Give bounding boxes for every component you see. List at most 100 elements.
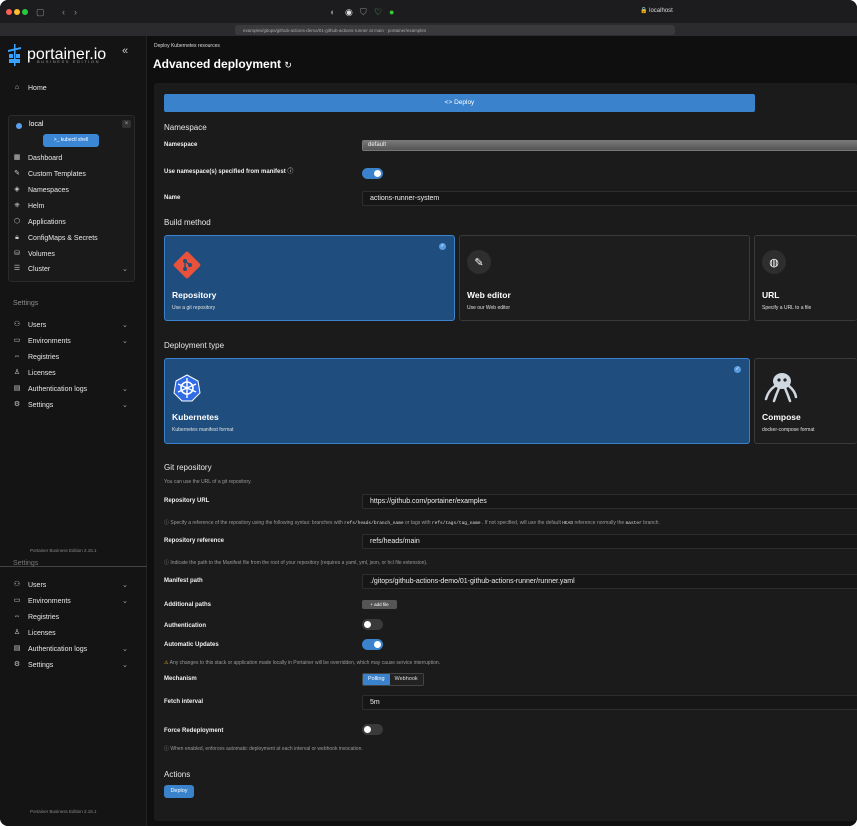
sidebar-item-configmaps[interactable]: 🔒︎ ConfigMaps & Secrets: [13, 234, 98, 242]
manifest-path-input[interactable]: ./gitops/github-actions-demo/01-github-a…: [362, 574, 857, 589]
repository-url-input[interactable]: https://github.com/portainer/examples: [362, 494, 857, 509]
sidebar-item-environments[interactable]: ▭ Environments: [13, 337, 71, 345]
chevron-down-icon[interactable]: ⌄: [122, 265, 128, 273]
sidebar-item-settings[interactable]: ⚙ Settings: [13, 401, 53, 409]
automatic-updates-warning: ⚠ Any changes to this stack or applicati…: [164, 660, 440, 666]
mechanism-webhook-option[interactable]: Webhook: [389, 674, 423, 685]
deploy-button[interactable]: Deploy: [164, 785, 194, 798]
build-option-repository[interactable]: ✓ Repository Use a git repository: [164, 235, 455, 321]
deploy-option-kubernetes[interactable]: ✓ Kubernetes Kubernetes manifest format: [164, 358, 750, 444]
sidebar-item-applications[interactable]: ⬡ Applications: [13, 218, 66, 226]
sidebar-item-label: Namespaces: [28, 186, 69, 194]
shield-icon[interactable]: ⛉: [360, 6, 367, 18]
card-title: Compose: [762, 412, 801, 422]
sidebar-item-users[interactable]: ⚇ Users: [13, 581, 46, 589]
sidebar-item-licenses[interactable]: ♙ Licenses: [13, 629, 56, 637]
privacy-icon[interactable]: ◉: [345, 6, 353, 18]
hint-text: branch.: [643, 520, 660, 526]
tab-title: examples/gitops/github-actions-demo/01-g…: [243, 28, 427, 33]
refresh-icon[interactable]: ↻: [284, 60, 292, 70]
sidebar-item-label: Users: [28, 321, 47, 329]
home-icon: ⌂: [14, 84, 20, 91]
kubectl-shell-button[interactable]: >_ kubectl shell: [43, 134, 99, 147]
hint-text: reference normally the: [574, 520, 625, 526]
lock-icon: 🔒︎: [15, 234, 19, 241]
sidebar-item-cluster[interactable]: ☰ Cluster: [13, 265, 50, 273]
chevron-down-icon[interactable]: ⌄: [122, 321, 128, 329]
gear-icon: ⚙: [13, 401, 21, 408]
sidebar-item-users[interactable]: ⚇ Users: [13, 321, 46, 329]
box-icon: ⬡: [13, 218, 21, 225]
automatic-updates-label: Automatic Updates: [164, 642, 219, 648]
registries-icon: ⇔: [13, 613, 21, 620]
repository-reference-input[interactable]: refs/heads/main: [362, 534, 857, 549]
use-namespace-toggle[interactable]: [362, 168, 383, 179]
chevron-down-icon[interactable]: ⌄: [122, 401, 128, 409]
version-footer: Portainer Business Edition 2.15.1: [30, 809, 97, 814]
sidebar-item-namespaces[interactable]: ◈ Namespaces: [13, 186, 69, 194]
name-input[interactable]: actions-runner-system: [362, 191, 857, 206]
file-icon: ▤: [13, 645, 21, 652]
sidebar-item-label: Users: [28, 581, 47, 589]
heart-icon[interactable]: ♡: [374, 6, 382, 18]
address-bar[interactable]: 🔒 localhost: [640, 7, 673, 14]
check-icon: ✓: [734, 366, 741, 373]
browser-toolbar: ▢ ‹ › ◐ ◉ ⛉ ♡ ● 🔒 localhost: [0, 0, 857, 24]
back-icon[interactable]: ‹: [62, 6, 65, 18]
force-redeployment-toggle[interactable]: [362, 724, 383, 735]
help-icon[interactable]: ⓘ: [287, 169, 293, 175]
close-window-button[interactable]: [6, 9, 12, 15]
browser-tab[interactable]: examples/gitops/github-actions-demo/01-g…: [235, 25, 675, 35]
fetch-interval-input[interactable]: 5m: [362, 695, 857, 710]
hint-code: master: [625, 521, 642, 526]
namespace-select[interactable]: default: [362, 140, 857, 151]
build-option-url[interactable]: ◍ URL Specify a URL to a file: [754, 235, 857, 321]
sidebar-item-label: Custom Templates: [28, 170, 86, 178]
check-icon: ✓: [439, 243, 446, 250]
chevron-down-icon[interactable]: ⌄: [122, 337, 128, 345]
chevron-down-icon[interactable]: ⌄: [122, 661, 128, 669]
build-option-web-editor[interactable]: ✎ Web editor Use our Web editor: [459, 235, 750, 321]
edit-icon: ✎: [14, 170, 20, 177]
name-label: Name: [164, 195, 181, 201]
sidebar-item-licenses[interactable]: ♙ Licenses: [13, 369, 56, 377]
sidebar-item-auth-logs[interactable]: ▤ Authentication logs: [13, 385, 87, 393]
sidebar-item-environments[interactable]: ▭ Environments: [13, 597, 71, 605]
mechanism-polling-option[interactable]: Polling: [363, 674, 390, 685]
sidebar-item-registries[interactable]: ⇔ Registries: [13, 353, 60, 361]
authentication-toggle[interactable]: [362, 619, 383, 630]
card-title: Web editor: [467, 290, 511, 300]
chevron-down-icon[interactable]: ⌄: [122, 597, 128, 605]
sidebar-toggle-icon[interactable]: ▢: [36, 6, 45, 18]
chevron-down-icon[interactable]: ⌄: [122, 581, 128, 589]
chevron-down-icon[interactable]: ⌄: [122, 385, 128, 393]
add-file-button[interactable]: + add file: [362, 600, 397, 609]
sidebar-item-registries[interactable]: ⇔ Registries: [13, 613, 60, 621]
sidebar-item-label: Applications: [28, 218, 66, 226]
card-title: URL: [762, 290, 780, 300]
hint-text: Indicate the path to the Manifest file f…: [170, 560, 428, 566]
sidebar-item-volumes[interactable]: ⛁ Volumes: [13, 250, 55, 258]
deploy-option-compose[interactable]: Compose docker-compose format: [754, 358, 857, 444]
minimize-window-button[interactable]: [14, 9, 20, 15]
collapse-sidebar-button[interactable]: «: [122, 45, 128, 57]
deploy-top-button[interactable]: <> Deploy: [164, 94, 755, 112]
sidebar-item-label: Settings: [28, 661, 54, 669]
maximize-window-button[interactable]: [22, 9, 28, 15]
close-environment-button[interactable]: ×: [122, 120, 131, 128]
extension-green-icon[interactable]: ●: [389, 6, 394, 18]
card-title: Kubernetes: [172, 412, 219, 422]
sidebar-item-auth-logs[interactable]: ▤ Authentication logs: [13, 645, 87, 653]
sidebar-item-custom-templates[interactable]: ✎ Custom Templates: [13, 170, 86, 178]
sidebar-item-settings[interactable]: ⚙ Settings: [13, 661, 53, 669]
forward-icon[interactable]: ›: [74, 6, 77, 18]
sidebar-item-helm[interactable]: ⎈ Helm: [13, 202, 44, 210]
extension-icon[interactable]: ◐: [330, 6, 335, 18]
authentication-label: Authentication: [164, 623, 206, 629]
automatic-updates-toggle[interactable]: [362, 639, 383, 650]
settings-section-title: Settings: [13, 560, 39, 567]
chevron-down-icon[interactable]: ⌄: [122, 645, 128, 653]
sidebar-item-home[interactable]: ⌂ Home: [13, 84, 47, 92]
info-icon: ⓘ: [164, 560, 170, 566]
sidebar-item-dashboard[interactable]: ▦ Dashboard: [13, 154, 63, 162]
